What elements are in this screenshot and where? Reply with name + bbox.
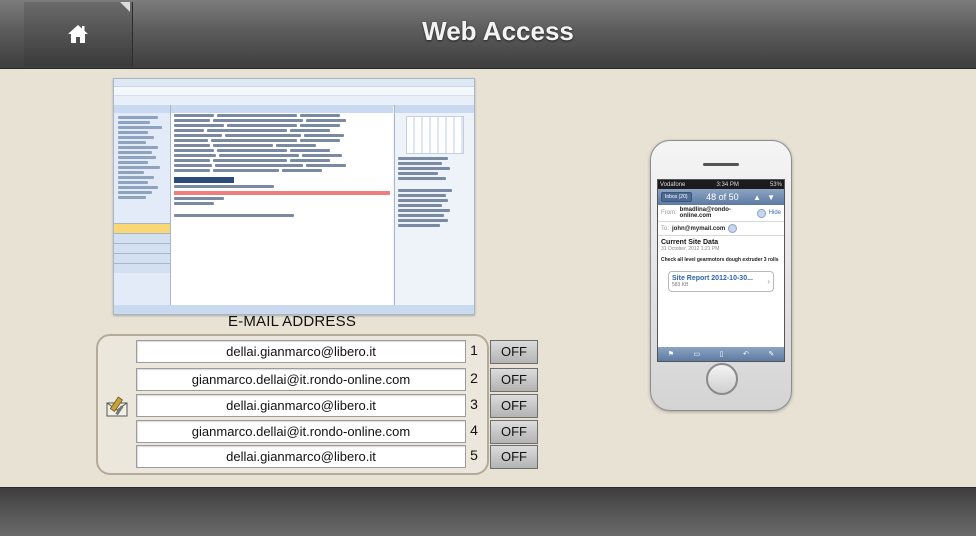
- toggle-button-3[interactable]: OFF: [490, 394, 538, 418]
- flag-icon: ⚑: [667, 351, 675, 358]
- attachment-size: 583 KB: [672, 282, 689, 288]
- hide-link: Hide: [768, 210, 781, 216]
- message-count: 48 of 50: [706, 192, 739, 202]
- email-index-4: 4: [470, 422, 478, 438]
- header-bar: Web Access: [0, 0, 976, 69]
- email-field-3[interactable]: dellai.gianmarco@libero.it: [136, 394, 466, 417]
- to-row: To: john@mymail.com: [658, 222, 784, 236]
- battery-label: 53%: [769, 181, 782, 188]
- time-label: 3:34 PM: [716, 181, 739, 188]
- folder-icon: ▭: [693, 351, 701, 358]
- mail-settings-icon: [106, 396, 128, 417]
- carrier-label: Vodafone: [660, 181, 686, 188]
- phone-home-button: [706, 363, 738, 395]
- reply-icon: ↶: [742, 351, 749, 358]
- toggle-button-2[interactable]: OFF: [490, 368, 538, 392]
- email-section-label: E-MAIL ADDRESS: [227, 313, 357, 330]
- disclosure-icon: [728, 224, 738, 233]
- toggle-button-1[interactable]: OFF: [490, 340, 538, 364]
- email-index-1: 1: [470, 342, 478, 358]
- phone-status-bar: Vodafone 3:34 PM 53%: [658, 180, 784, 189]
- attachment-card: Site Report 2012-10-30... 583 KB ›: [668, 271, 774, 292]
- from-label: From:: [661, 210, 677, 216]
- chevron-right-icon: ›: [767, 277, 770, 286]
- from-value: bmadlina@rondo-online.com: [679, 207, 731, 219]
- trash-icon: ▯: [719, 351, 724, 358]
- email-field-1[interactable]: dellai.gianmarco@libero.it: [136, 340, 466, 363]
- to-value: john@mymail.com: [672, 225, 726, 232]
- up-down-arrows-icon: ▲▼: [753, 192, 781, 202]
- email-field-4[interactable]: gianmarco.dellai@it.rondo-online.com: [136, 420, 466, 443]
- phone-nav-bar: Inbox (20) 48 of 50 ▲▼: [658, 189, 784, 205]
- outlook-screenshot: [113, 78, 475, 315]
- phone-screen: Vodafone 3:34 PM 53% Inbox (20) 48 of 50…: [657, 179, 785, 362]
- footer-bar: [0, 487, 976, 536]
- mail-body: Check all level gearmotors dough extrude…: [661, 257, 779, 263]
- email-field-5[interactable]: dellai.gianmarco@libero.it: [136, 445, 466, 468]
- to-label: To:: [661, 225, 670, 232]
- from-row: From: bmadlina@rondo-online.com Hide: [658, 205, 784, 222]
- email-index-2: 2: [470, 370, 478, 386]
- email-index-3: 3: [470, 396, 478, 412]
- mail-subject: Current Site Data: [661, 239, 719, 246]
- phone-mockup: Vodafone 3:34 PM 53% Inbox (20) 48 of 50…: [650, 140, 792, 411]
- email-index-5: 5: [470, 447, 478, 463]
- phone-toolbar: ⚑ ▭ ▯ ↶ ✎: [658, 347, 784, 361]
- disclosure-icon: [757, 208, 766, 218]
- attachment-name: Site Report 2012-10-30...: [672, 275, 753, 282]
- email-field-2[interactable]: gianmarco.dellai@it.rondo-online.com: [136, 368, 466, 391]
- toggle-button-4[interactable]: OFF: [490, 420, 538, 444]
- phone-speaker: [703, 163, 739, 166]
- compose-icon: ✎: [768, 351, 775, 358]
- corner-marker: [120, 2, 130, 12]
- page-title: Web Access: [422, 16, 574, 46]
- back-button: Inbox (20): [661, 192, 692, 202]
- toggle-button-5[interactable]: OFF: [490, 445, 538, 469]
